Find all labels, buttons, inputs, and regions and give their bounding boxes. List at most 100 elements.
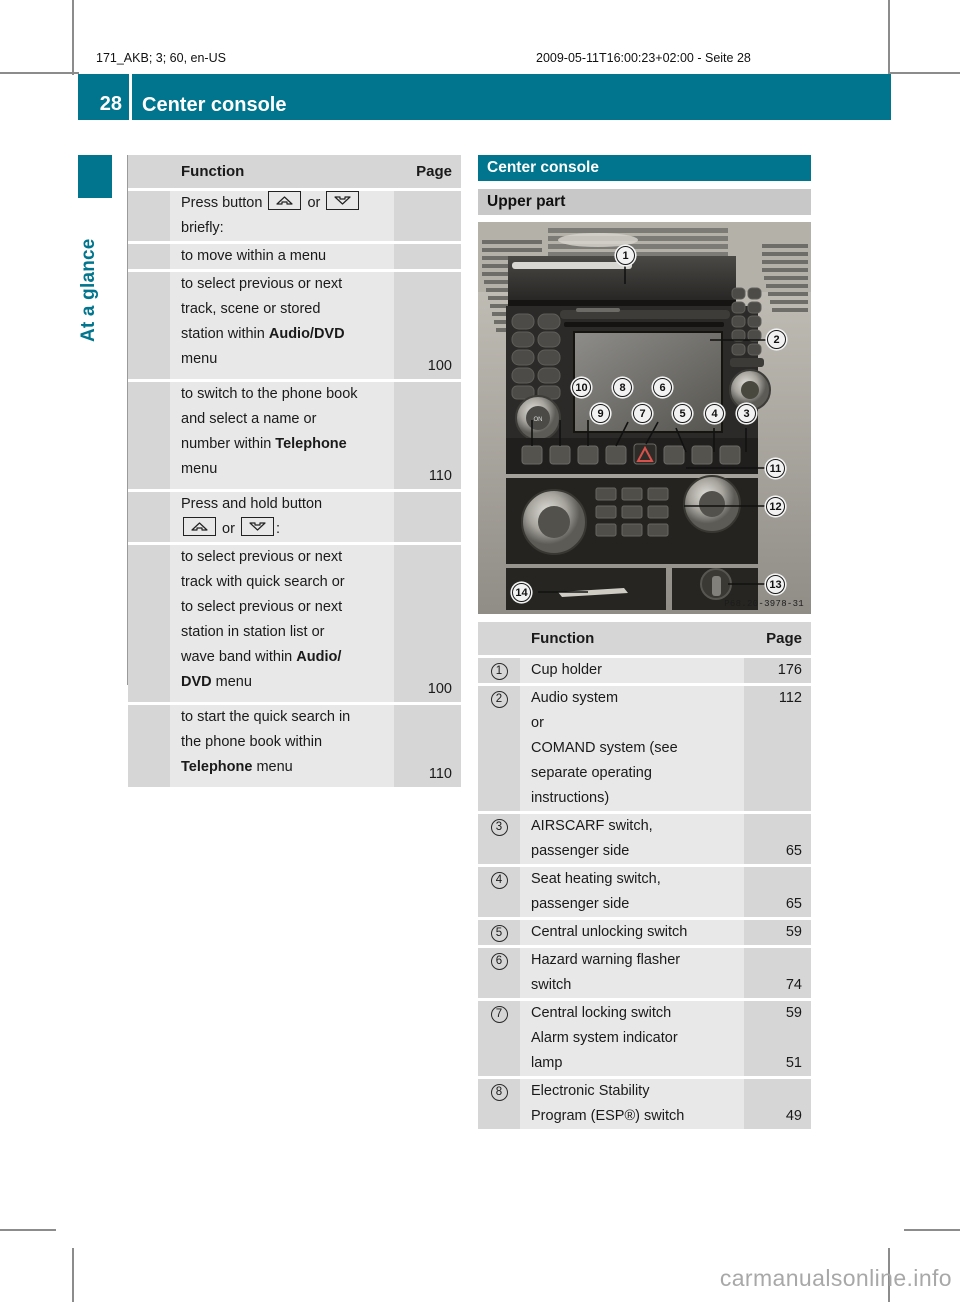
row-line: Telephone menu <box>181 755 388 780</box>
row-line: passenger side <box>531 896 630 912</box>
left-table-header-function: Function <box>170 155 394 188</box>
row-line: to select previous or next <box>181 599 343 615</box>
row-page: 65 <box>744 814 811 864</box>
row-line: Hazard warning flasher <box>531 952 681 968</box>
marker-circle: 1 <box>490 663 508 680</box>
callout-number: 4 <box>711 407 718 420</box>
center-console-photo: ON 1 2 3 4 5 6 7 8 9 10 11 12 13 14 P68.… <box>478 222 811 614</box>
row-function: to switch to the phone book and select a… <box>170 382 394 489</box>
row-line: Cup holder <box>531 662 602 678</box>
row-function: Press and hold button or : <box>170 492 394 542</box>
button-down-icon <box>326 191 360 210</box>
row-page-value <box>744 948 802 973</box>
callout-number: 3 <box>743 407 750 420</box>
crop-mark-bottom-left-horizontal <box>0 1229 56 1231</box>
row-marker: 6 <box>478 948 520 998</box>
row-page: 100 <box>394 545 461 702</box>
row-function: AIRSCARF switch, passenger side <box>520 814 744 864</box>
photo-callout-4: 4 <box>705 404 724 423</box>
table-row: to switch to the phone book and select a… <box>128 382 461 489</box>
table-row: 4 Seat heating switch, passenger side 65 <box>478 867 811 917</box>
callout-number: 11 <box>769 462 782 475</box>
row-text: menu <box>252 759 293 775</box>
row-line: Seat heating switch, <box>531 871 661 887</box>
row-marker <box>128 705 170 787</box>
row-marker: 5 <box>478 920 520 945</box>
crop-mark-top-right-vertical <box>888 0 890 75</box>
sub-section-title: Upper part <box>478 189 811 215</box>
row-page-value: 49 <box>785 1108 802 1124</box>
print-meta-right-line1: 2009-05-11T16:00:23+02:00 - Seite 28 <box>536 51 751 65</box>
row-line: station within Audio/DVD <box>181 322 388 347</box>
left-table-header-row: Function Page <box>128 155 461 188</box>
row-line: to select previous or next <box>181 549 343 565</box>
row-page: 59 51 <box>744 1001 811 1076</box>
row-marker: 3 <box>478 814 520 864</box>
table-row: 8 Electronic Stability Program (ESP®) sw… <box>478 1079 811 1129</box>
row-page <box>394 191 461 241</box>
row-marker: 1 <box>478 658 520 683</box>
table-row: to select previous or next track, scene … <box>128 272 461 379</box>
row-line: Audio system <box>531 690 619 706</box>
key-tail: : <box>275 521 280 537</box>
page-title: Center console <box>142 94 287 116</box>
row-page: 110 <box>394 705 461 787</box>
section-title: Center console <box>478 155 811 181</box>
row-text: station within <box>181 326 269 342</box>
table-row: 3 AIRSCARF switch, passenger side 65 <box>478 814 811 864</box>
row-line: wave band within Audio/ <box>181 645 388 670</box>
site-watermark: carmanualsonline.info <box>719 1265 952 1291</box>
row-marker <box>128 191 170 241</box>
marker-circle: 5 <box>490 925 508 942</box>
marker-circle: 3 <box>490 819 508 836</box>
crop-mark-bottom-left-vertical <box>72 1248 74 1302</box>
row-line: menu <box>181 461 218 477</box>
callout-number: 2 <box>773 333 780 346</box>
row-function: Central locking switch Alarm system indi… <box>520 1001 744 1076</box>
row-page-value: 176 <box>777 662 802 678</box>
row-marker: 2 <box>478 686 520 811</box>
row-function: to select previous or next track with qu… <box>170 545 394 702</box>
photo-callout-13: 13 <box>766 575 785 594</box>
row-page-value: 65 <box>785 896 802 912</box>
row-line: to select previous or next <box>181 276 343 292</box>
left-table-header-page: Page <box>394 155 461 188</box>
photo-callout-6: 6 <box>653 378 672 397</box>
right-table-header-row: Function Page <box>478 622 811 655</box>
row-page: 59 <box>744 920 811 945</box>
row-line: passenger side <box>531 843 630 859</box>
row-line: to move within a menu <box>181 248 327 264</box>
row-line: Electronic Stability <box>531 1083 650 1099</box>
callout-number: 1 <box>622 249 629 262</box>
row-function: Electronic Stability Program (ESP®) swit… <box>520 1079 744 1129</box>
row-line: or <box>531 715 544 731</box>
row-function: Press button or briefly: <box>170 191 394 241</box>
photo-callout-14: 14 <box>512 583 531 602</box>
callout-number: 13 <box>769 578 782 591</box>
header-divider <box>129 74 132 120</box>
marker-circle: 2 <box>490 691 508 708</box>
row-page-value: 100 <box>427 681 452 697</box>
row-line: to switch to the phone book <box>181 386 358 402</box>
right-table-header-marker <box>478 622 520 655</box>
row-marker <box>128 244 170 269</box>
row-page: 65 <box>744 867 811 917</box>
callout-number: 8 <box>619 381 626 394</box>
row-line: DVD menu <box>181 670 388 695</box>
left-table-header-marker <box>128 155 170 188</box>
row-page-value <box>744 1079 802 1104</box>
row-page: 112 <box>744 686 811 811</box>
callout-number: 14 <box>515 586 528 599</box>
row-marker <box>128 272 170 379</box>
print-meta-left-line1: 171_AKB; 3; 60, en-US <box>96 51 226 65</box>
callout-number: 12 <box>769 500 782 513</box>
row-page-value: 74 <box>785 977 802 993</box>
row-line: briefly: <box>181 220 224 236</box>
photo-callout-9: 9 <box>591 404 610 423</box>
row-line: menu <box>181 351 218 367</box>
crop-mark-top-left-horizontal <box>0 72 79 74</box>
row-line: station in station list or <box>181 624 325 640</box>
table-row: 7 Central locking switch Alarm system in… <box>478 1001 811 1076</box>
table-row: 6 Hazard warning flasher switch 74 <box>478 948 811 998</box>
table-row: 5 Central unlocking switch 59 <box>478 920 811 945</box>
